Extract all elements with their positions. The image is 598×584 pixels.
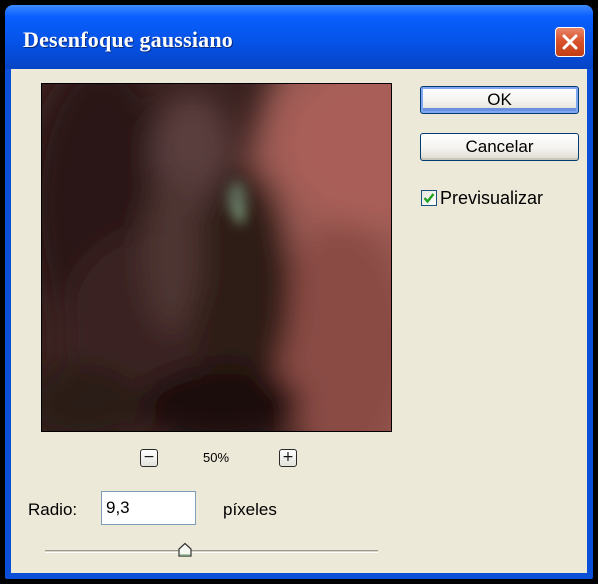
close-button[interactable]	[555, 27, 585, 57]
radius-input[interactable]	[101, 491, 196, 525]
radius-slider-track[interactable]	[45, 550, 378, 553]
zoom-in-button[interactable]: +	[279, 449, 297, 467]
ok-button[interactable]: OK	[420, 86, 579, 114]
cancel-button[interactable]: Cancelar	[420, 133, 579, 161]
radius-unit-label: píxeles	[223, 500, 277, 519]
zoom-level: 50%	[202, 450, 230, 465]
dialog-window: Desenfoque gaussiano − 50% + OK Cancelar…	[5, 5, 593, 579]
close-icon	[562, 34, 578, 50]
preview-checkbox-label: Previsualizar	[440, 188, 544, 208]
slider-thumb-icon	[178, 542, 192, 557]
dialog-content: − 50% + OK Cancelar Previsualizar Radio:…	[11, 69, 587, 573]
zoom-in-icon: +	[282, 449, 294, 465]
preview-image[interactable]	[41, 83, 392, 432]
radius-label: Radio:	[28, 500, 78, 519]
checkmark-icon	[423, 193, 435, 204]
zoom-out-button[interactable]: −	[140, 449, 158, 467]
zoom-out-icon: −	[143, 449, 155, 465]
window-title: Desenfoque gaussiano	[23, 27, 233, 52]
preview-checkbox-box[interactable]	[421, 190, 437, 206]
radius-slider-thumb[interactable]	[177, 542, 193, 558]
title-bar[interactable]: Desenfoque gaussiano	[5, 5, 593, 69]
